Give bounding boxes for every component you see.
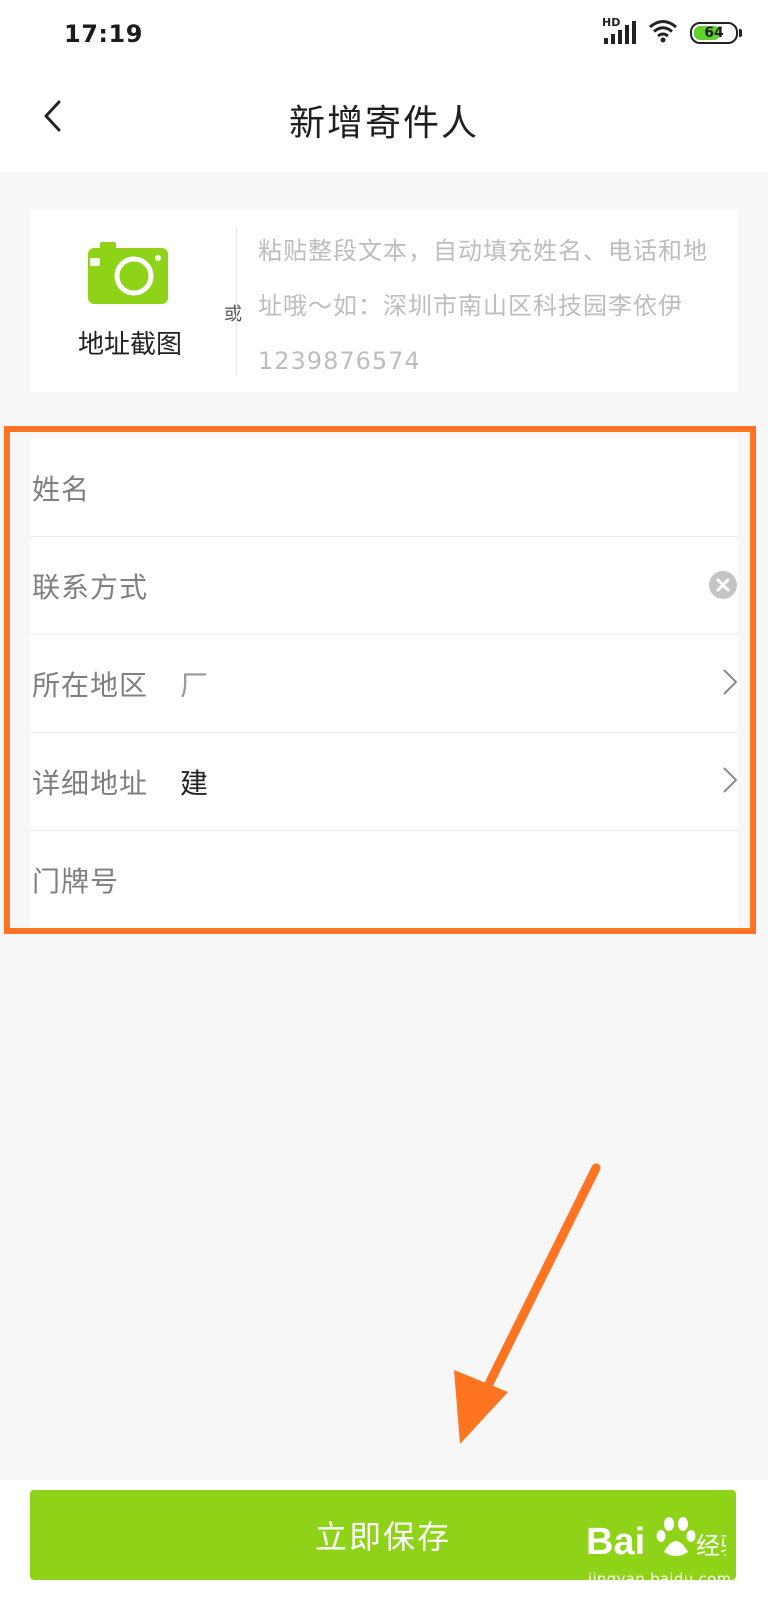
svg-text:经验: 经验 bbox=[696, 1532, 726, 1560]
chevron-right-icon bbox=[723, 669, 738, 695]
door-number-field[interactable]: 门牌号 bbox=[30, 830, 738, 928]
door-number-label: 门牌号 bbox=[32, 865, 120, 898]
page-title: 新增寄件人 bbox=[288, 103, 479, 144]
annotation-arrow-icon bbox=[454, 1163, 601, 1444]
chevron-right-icon bbox=[723, 767, 738, 793]
address-screenshot-button[interactable]: 地址截图 bbox=[30, 210, 230, 392]
address-field[interactable]: 详细地址 建 bbox=[30, 732, 738, 831]
signal-icon: HD bbox=[602, 16, 636, 46]
camera-icon bbox=[88, 242, 168, 304]
battery-icon: 64 bbox=[690, 22, 742, 44]
paste-text-input[interactable]: 粘贴整段文本，自动填充姓名、电话和地址哦～如：深圳市南山区科技园李依伊12398… bbox=[258, 224, 718, 389]
baidu-paw-icon: Bai 经验 bbox=[586, 1517, 726, 1563]
status-bar: 17:19 HD 64 bbox=[0, 0, 768, 66]
phone-field[interactable]: 联系方式 bbox=[30, 536, 738, 635]
battery-tip bbox=[739, 29, 742, 37]
wifi-icon bbox=[648, 19, 678, 47]
card-divider bbox=[236, 226, 237, 376]
paste-card: 地址截图 或 粘贴整段文本，自动填充姓名、电话和地址哦～如：深圳市南山区科技园李… bbox=[30, 210, 738, 392]
address-label: 详细地址 bbox=[32, 767, 149, 800]
svg-text:Bai: Bai bbox=[586, 1521, 645, 1563]
status-icons: HD 64 bbox=[602, 16, 742, 48]
phone-label: 联系方式 bbox=[32, 571, 149, 604]
name-label: 姓名 bbox=[32, 473, 91, 506]
region-label: 所在地区 bbox=[32, 669, 149, 702]
name-field[interactable]: 姓名 bbox=[30, 438, 738, 537]
address-screenshot-label: 地址截图 bbox=[77, 330, 182, 360]
clear-icon[interactable] bbox=[708, 570, 738, 600]
sender-form: 姓名 联系方式 所在地区 厂 详细地址 建 门牌号 bbox=[30, 438, 738, 928]
region-field[interactable]: 所在地区 厂 bbox=[30, 634, 738, 733]
watermark-url: jingyan.baidu.com bbox=[588, 1570, 732, 1588]
region-value: 厂 bbox=[180, 669, 209, 702]
or-label: 或 bbox=[224, 304, 242, 325]
battery-level: 64 bbox=[704, 25, 724, 41]
nav-bar: 新增寄件人 bbox=[0, 66, 768, 172]
status-time: 17:19 bbox=[64, 20, 143, 48]
address-value: 建 bbox=[180, 767, 209, 800]
